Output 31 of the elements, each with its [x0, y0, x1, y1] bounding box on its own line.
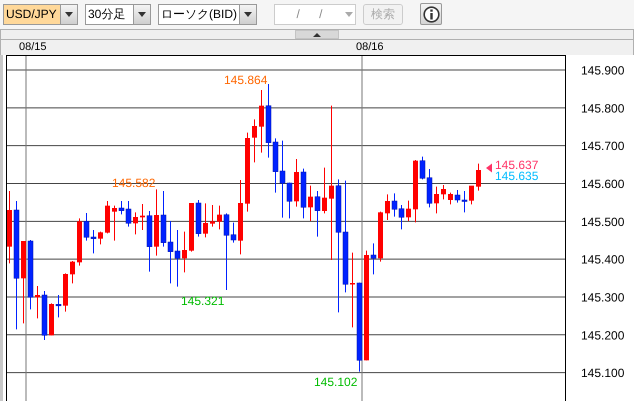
caret-icon [138, 12, 146, 16]
price-label: 145.321 [181, 294, 224, 308]
price-marker-icon [486, 164, 492, 172]
current-price-label: 145.635 [495, 169, 538, 183]
caret-icon [344, 12, 352, 16]
dropdown-button[interactable] [61, 4, 78, 24]
price-axis-label: 145.800 [581, 101, 624, 116]
collapse-button[interactable] [295, 30, 339, 39]
timeframe-select[interactable]: 30分足 [85, 4, 134, 24]
price-axis-label: 145.100 [581, 366, 624, 380]
info-icon [422, 6, 440, 22]
caret-icon [65, 12, 73, 16]
price-axis-label: 145.500 [581, 214, 624, 229]
price-axis-label: 145.400 [581, 252, 624, 267]
price-axis-label: 145.200 [581, 328, 624, 342]
dropdown-button[interactable] [240, 4, 257, 24]
currency-pair-select[interactable]: USD/JPY [3, 4, 61, 24]
price-axis-label: 145.300 [581, 290, 624, 304]
date-label: 08/15 [19, 41, 47, 54]
price-label: 145.102 [314, 375, 358, 389]
price-label: 145.864 [224, 73, 268, 87]
price-axis-label: 145.600 [581, 177, 624, 191]
dropdown-button[interactable] [134, 4, 151, 24]
price-axis-label: 145.900 [581, 64, 624, 78]
price-axis-label: 145.700 [581, 139, 624, 154]
up-caret-icon [313, 32, 321, 36]
caret-icon [244, 12, 252, 16]
chart-type-select[interactable]: ローソク(BID) [158, 4, 240, 24]
info-button[interactable] [420, 3, 442, 25]
date-label: 08/16 [356, 41, 384, 54]
current-price-label: 145.637 [495, 158, 538, 172]
